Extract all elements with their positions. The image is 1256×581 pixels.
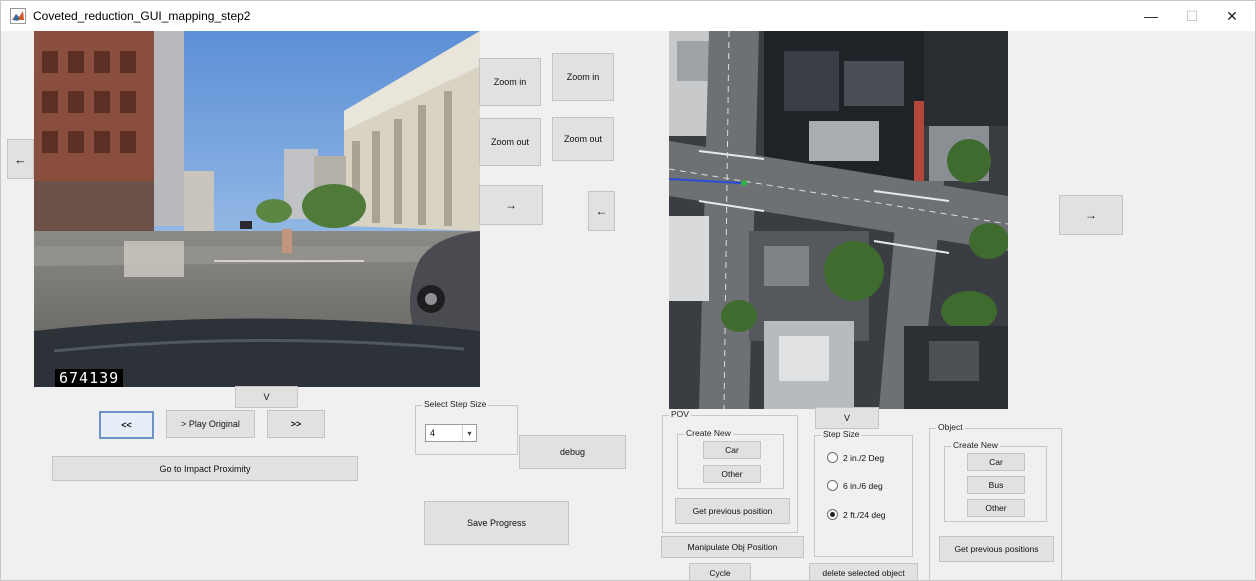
video-v-button[interactable]: V — [235, 386, 298, 408]
next-arrow-button[interactable]: → — [479, 185, 543, 225]
play-original-button[interactable]: > Play Original — [166, 410, 255, 438]
window-title: Coveted_reduction_GUI_mapping_step2 — [33, 9, 251, 23]
zoom-in-video-button[interactable]: Zoom in — [479, 58, 541, 106]
zoom-out-map-button[interactable]: Zoom out — [552, 117, 614, 161]
object-panel-title: Object — [936, 422, 965, 432]
zoom-in-map-button[interactable]: Zoom in — [552, 53, 614, 101]
select-step-size-panel: Select Step Size 4 ▾ — [415, 399, 518, 455]
pov-panel: POV Create New Car Other Get previous po… — [662, 409, 798, 533]
rewind-button[interactable]: << — [99, 411, 154, 439]
pov-create-new-group: Create New Car Other — [677, 428, 784, 489]
manipulate-obj-position-button[interactable]: Manipulate Obj Position — [661, 536, 804, 558]
step-size-option-2in[interactable]: 2 in./2 Deg — [827, 452, 884, 463]
cycle-button[interactable]: Cycle — [689, 563, 751, 580]
radio-unselected-icon[interactable] — [827, 480, 838, 491]
select-step-size-title: Select Step Size — [422, 399, 489, 409]
go-to-impact-proximity-button[interactable]: Go to Impact Proximity — [52, 456, 358, 481]
frame-number-display: 674139 — [55, 369, 124, 387]
object-create-car-button[interactable]: Car — [967, 453, 1025, 471]
step-size-option-label: 2 in./2 Deg — [843, 452, 885, 463]
map-next-arrow-button[interactable]: → — [1059, 195, 1123, 235]
delete-selected-object-button[interactable]: delete selected object — [809, 563, 918, 580]
object-create-new-group: Create New Car Bus Other — [944, 440, 1047, 522]
radio-selected-icon[interactable] — [827, 509, 838, 520]
zoom-out-video-button[interactable]: Zoom out — [479, 118, 541, 166]
object-panel: Object Create New Car Bus Other Get prev… — [929, 422, 1062, 580]
object-get-previous-positions-button[interactable]: Get previous positions — [939, 536, 1054, 562]
debug-button[interactable]: debug — [519, 435, 626, 469]
aerial-map-view[interactable] — [669, 31, 1008, 409]
step-size-option-label: 2 ft./24 deg — [843, 509, 886, 520]
street-video-frame[interactable] — [34, 31, 480, 387]
fast-forward-button[interactable]: >> — [267, 410, 325, 438]
radio-unselected-icon[interactable] — [827, 452, 838, 463]
map-v-button[interactable]: V — [815, 407, 879, 429]
minimize-button[interactable]: — — [1128, 4, 1174, 28]
step-size-option-2ft[interactable]: 2 ft./24 deg — [827, 509, 886, 520]
app-window: Coveted_reduction_GUI_mapping_step2 — ☐ … — [0, 0, 1256, 581]
pov-get-previous-position-button[interactable]: Get previous position — [675, 498, 790, 524]
matlab-app-icon — [10, 8, 26, 24]
save-progress-button[interactable]: Save Progress — [424, 501, 569, 545]
back-arrow-button[interactable]: ← — [588, 191, 615, 231]
step-size-panel: Step Size 2 in./2 Deg 6 in./6 deg 2 ft./… — [814, 429, 913, 557]
step-size-panel-title: Step Size — [821, 429, 862, 439]
step-size-dropdown-value: 4 — [430, 428, 436, 438]
pov-create-car-button[interactable]: Car — [703, 441, 761, 459]
pov-panel-title: POV — [669, 409, 691, 419]
chevron-down-icon: ▾ — [462, 425, 476, 441]
object-create-other-button[interactable]: Other — [967, 499, 1025, 517]
object-create-new-title: Create New — [951, 440, 1000, 450]
close-button[interactable]: ✕ — [1209, 4, 1255, 28]
step-size-option-label: 6 in./6 deg — [843, 480, 883, 491]
pov-create-new-title: Create New — [684, 428, 733, 438]
prev-image-button[interactable]: ← — [7, 139, 34, 179]
title-bar: Coveted_reduction_GUI_mapping_step2 — ☐ … — [1, 1, 1255, 31]
step-size-dropdown[interactable]: 4 ▾ — [425, 424, 477, 442]
step-size-option-6in[interactable]: 6 in./6 deg — [827, 480, 883, 491]
object-create-bus-button[interactable]: Bus — [967, 476, 1025, 494]
pov-create-other-button[interactable]: Other — [703, 465, 761, 483]
